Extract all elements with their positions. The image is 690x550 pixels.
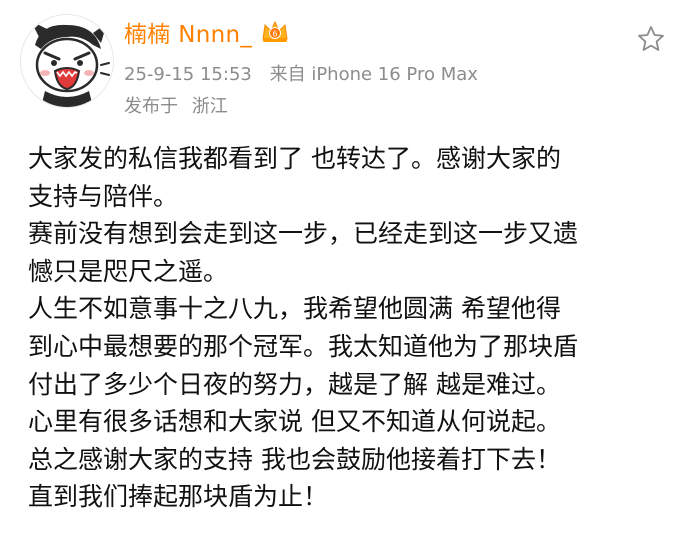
- username[interactable]: 楠楠 Nnnn_: [124, 15, 252, 49]
- post-date: 25-9-15 15:53: [124, 64, 252, 85]
- post-line: 总之感谢大家的支持 我也会鼓励他接着打下去！: [28, 444, 561, 474]
- post-meta: 楠楠 Nnnn_ 6 25-9-15 15:53 来自 iPhone 16 Pr…: [124, 12, 644, 118]
- cartoon-cat-avatar-icon: [21, 15, 113, 107]
- post-line: 付出了多少个日夜的努力，越是了解 越是难过。: [28, 369, 561, 399]
- post-header: 楠楠 Nnnn_ 6 25-9-15 15:53 来自 iPhone 16 Pr…: [14, 12, 676, 124]
- location-label: 发布于: [124, 96, 178, 117]
- post-location-row: 发布于 浙江: [124, 92, 644, 118]
- post-time-row: 25-9-15 15:53 来自 iPhone 16 Pro Max: [124, 60, 644, 86]
- vip-crown-badge-icon[interactable]: 6: [260, 19, 290, 45]
- svg-text:6: 6: [273, 30, 278, 39]
- star-icon[interactable]: [636, 24, 666, 54]
- post-line: 到心中最想要的那个冠军。我太知道他为了那块盾: [28, 331, 579, 361]
- avatar[interactable]: [20, 14, 114, 108]
- post-location: 浙江: [191, 96, 228, 117]
- post-line: 大家发的私信我都看到了 也转达了。感谢大家的: [28, 144, 561, 173]
- post-source: 来自 iPhone 16 Pro Max: [269, 64, 478, 85]
- post-line: 支持与陪伴。: [28, 181, 179, 211]
- name-row: 楠楠 Nnnn_ 6: [124, 12, 644, 52]
- post-line: 人生不如意事十之八九，我希望他圆满 希望他得: [28, 294, 561, 324]
- post-line: 赛前没有想到会走到这一步，已经走到这一步又遗: [28, 219, 579, 249]
- post-line: 直到我们捧起那块盾为止！: [28, 482, 329, 512]
- post-line: 憾只是咫尺之遥。: [28, 256, 229, 286]
- post-line: 心里有很多话想和大家说 但又不知道从何说起。: [28, 407, 561, 437]
- weibo-post: 楠楠 Nnnn_ 6 25-9-15 15:53 来自 iPhone 16 Pr…: [0, 0, 690, 550]
- post-content: 大家发的私信我都看到了 也转达了。感谢大家的 支持与陪伴。 赛前没有想到会走到这…: [28, 140, 668, 516]
